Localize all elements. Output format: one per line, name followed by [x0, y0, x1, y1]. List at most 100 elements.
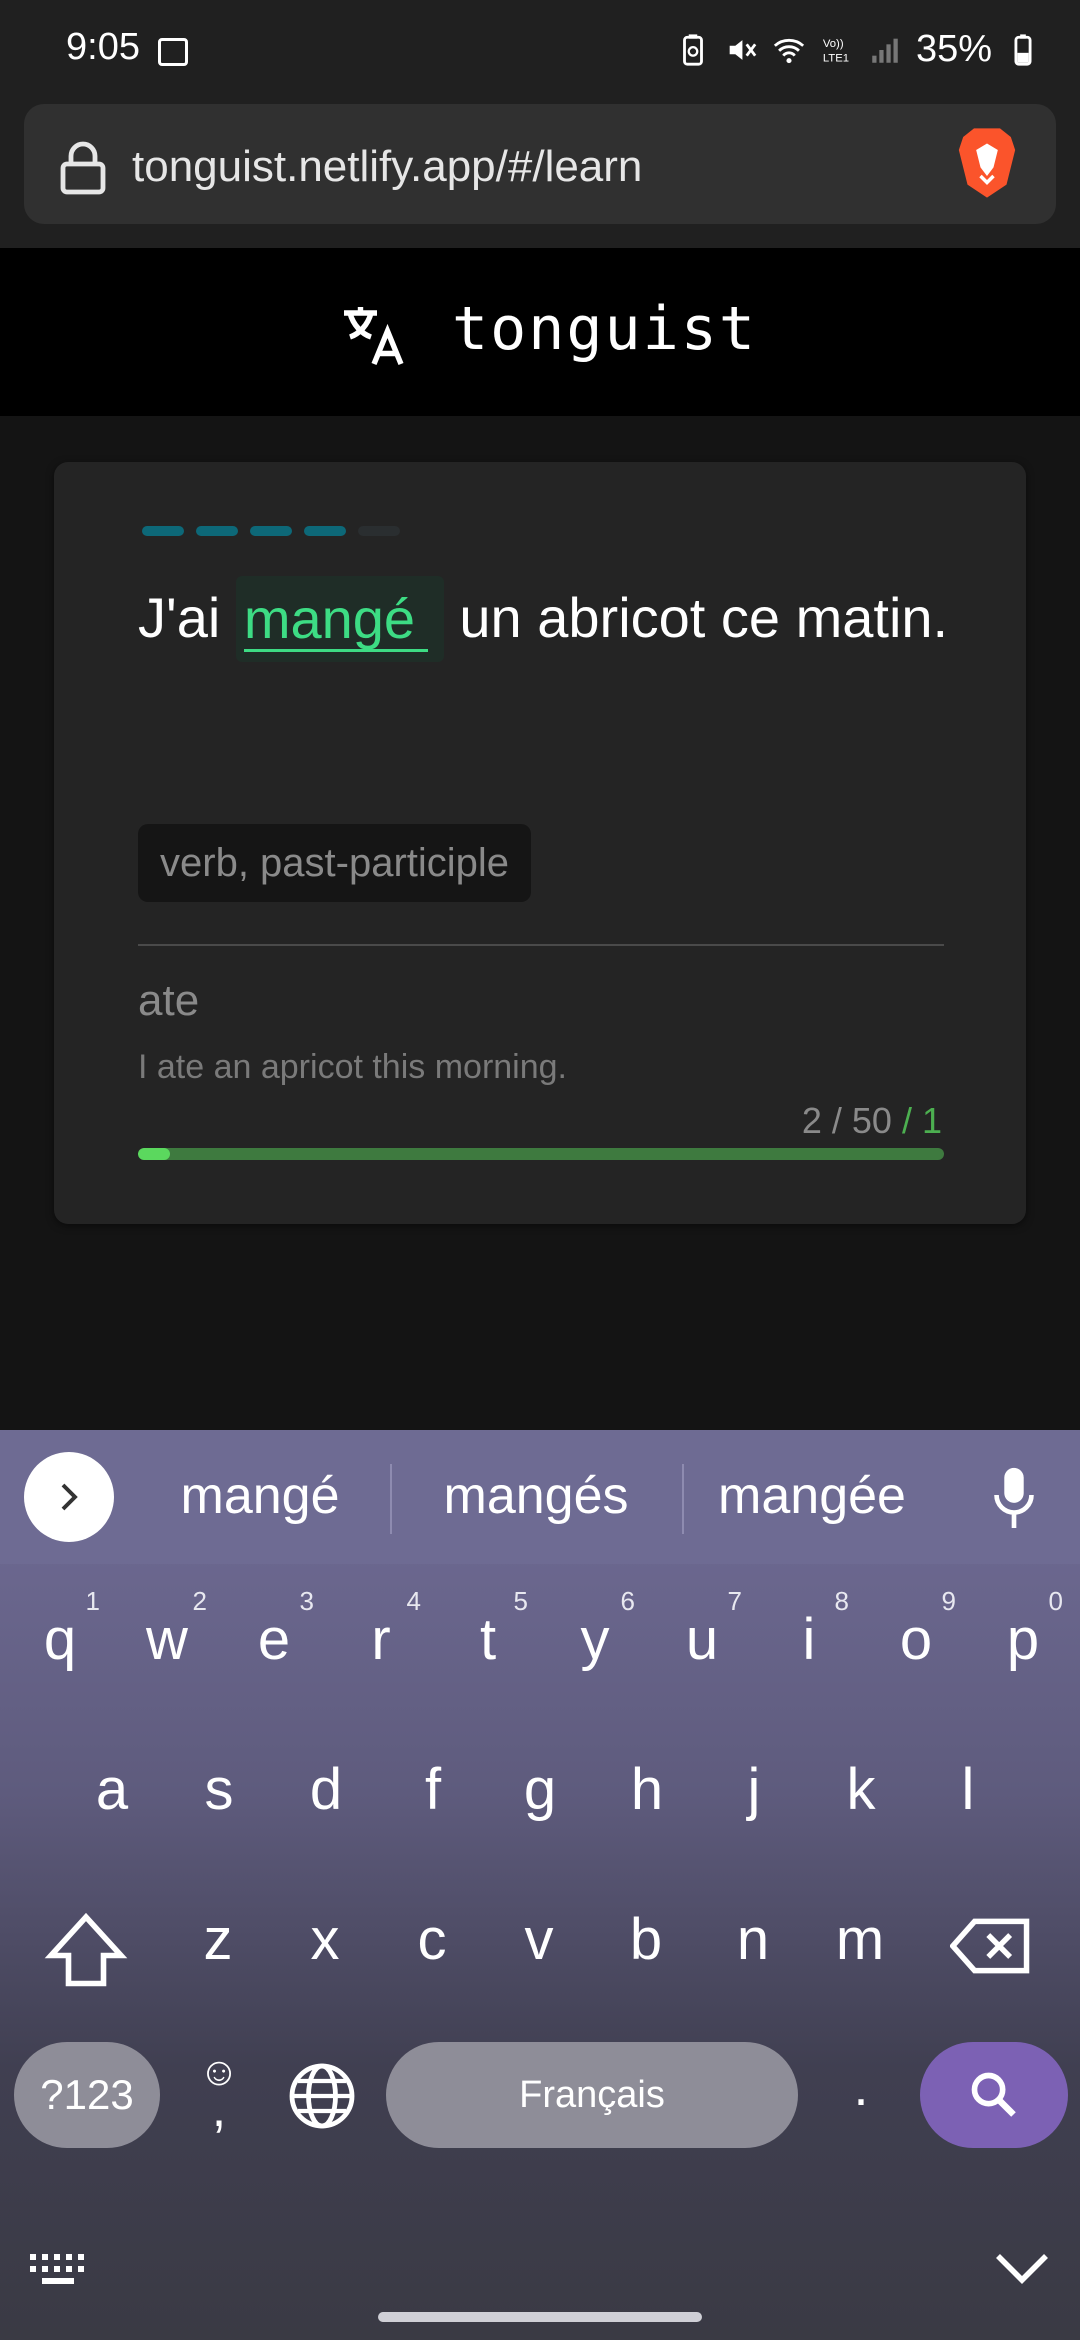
key-hint-number: 6 — [620, 1586, 635, 1616]
key-label: h — [630, 1757, 664, 1822]
key-label: b — [629, 1907, 663, 1972]
key-s[interactable]: s — [169, 1730, 269, 1870]
key-i[interactable]: i8 — [759, 1580, 859, 1720]
battery-icon — [1014, 33, 1032, 66]
key-j[interactable]: j — [704, 1730, 804, 1870]
suggestion-3[interactable]: mangée — [682, 1466, 942, 1526]
chevron-right-icon — [61, 1483, 78, 1511]
home-indicator — [378, 2312, 702, 2322]
progress-dash — [250, 526, 292, 536]
chevron-down-icon[interactable] — [994, 2248, 1050, 2288]
globe-icon[interactable] — [286, 2060, 358, 2132]
key-w[interactable]: w2 — [117, 1580, 217, 1720]
shift-key[interactable] — [44, 1910, 128, 1994]
progress-bar — [138, 1148, 944, 1160]
key-label: u — [685, 1607, 719, 1672]
progress-dash — [304, 526, 346, 536]
url-text[interactable]: tonguist.netlify.app/#/learn — [132, 142, 642, 192]
key-label: p — [1006, 1607, 1040, 1672]
key-hint-number: 0 — [1048, 1586, 1063, 1616]
toolbar-expand-button[interactable] — [24, 1452, 114, 1542]
counter-separator: / — [891, 1100, 922, 1141]
translate-icon — [344, 307, 404, 366]
key-u[interactable]: u7 — [652, 1580, 752, 1720]
counter-correct: 1 — [921, 1100, 942, 1141]
mute-icon — [729, 39, 757, 60]
answer-box[interactable] — [235, 576, 444, 662]
key-label: z — [203, 1907, 233, 1972]
key-hint-number: 4 — [406, 1586, 421, 1616]
sentence-before: J'ai — [138, 586, 221, 649]
key-label: n — [736, 1907, 770, 1972]
sentence-after: un abricot ce matin. — [459, 586, 949, 649]
key-o[interactable]: o9 — [866, 1580, 966, 1720]
signal-icon — [872, 38, 898, 63]
progress-dash — [142, 526, 184, 536]
key-b[interactable]: b — [596, 1880, 696, 2020]
learn-card: J'ai un abricot ce matin. verb, past-par… — [54, 462, 1026, 1224]
wifi-icon — [773, 38, 805, 63]
key-label: l — [961, 1757, 975, 1822]
emoji-comma-key[interactable]: ☺ , — [186, 2050, 252, 2146]
lock-icon[interactable] — [58, 140, 108, 196]
key-z[interactable]: z — [168, 1880, 268, 2020]
key-label: o — [899, 1607, 933, 1672]
key-f[interactable]: f — [383, 1730, 483, 1870]
key-v[interactable]: v — [489, 1880, 589, 2020]
key-label: w — [146, 1607, 188, 1672]
key-y[interactable]: y6 — [545, 1580, 645, 1720]
suggestion-2[interactable]: mangés — [406, 1466, 666, 1526]
suggestion-1[interactable]: mangé — [130, 1466, 390, 1526]
key-g[interactable]: g — [490, 1730, 590, 1870]
microphone-icon[interactable] — [994, 1464, 1034, 1530]
key-x[interactable]: x — [275, 1880, 375, 2020]
space-key[interactable]: Français — [386, 2042, 798, 2148]
svg-text:LTE1: LTE1 — [823, 52, 849, 64]
sentence: J'ai un abricot ce matin. — [138, 572, 958, 664]
app-title: tonguist — [452, 294, 757, 364]
key-m[interactable]: m — [810, 1880, 910, 2020]
key-t[interactable]: t5 — [438, 1580, 538, 1720]
key-e[interactable]: e3 — [224, 1580, 324, 1720]
key-n[interactable]: n — [703, 1880, 803, 2020]
key-q[interactable]: q1 — [10, 1580, 110, 1720]
period-key[interactable]: . — [826, 2042, 896, 2148]
key-h[interactable]: h — [597, 1730, 697, 1870]
battery-percent: 35% — [915, 28, 992, 70]
key-l[interactable]: l — [918, 1730, 1018, 1870]
key-hint-number: 1 — [85, 1586, 100, 1616]
progress-dash — [196, 526, 238, 536]
example-sentence: I ate an apricot this morning. — [138, 1048, 568, 1086]
keyboard-icon[interactable] — [28, 2250, 90, 2290]
volte-icon: Vo)) LTE1 — [823, 38, 849, 64]
comma-label: , — [211, 2080, 227, 2138]
key-hint-number: 7 — [727, 1586, 742, 1616]
divider — [138, 944, 944, 946]
progress-counter: 2 / 50 / 1 — [802, 1100, 942, 1142]
browser-toolbar: tonguist.netlify.app/#/learn — [0, 100, 1080, 248]
key-label: g — [523, 1757, 557, 1822]
symbols-key[interactable]: ?123 — [14, 2042, 160, 2148]
key-r[interactable]: r4 — [331, 1580, 431, 1720]
key-c[interactable]: c — [382, 1880, 482, 2020]
key-hint-number: 2 — [192, 1586, 207, 1616]
key-label: s — [204, 1757, 234, 1822]
key-label: x — [310, 1907, 340, 1972]
key-a[interactable]: a — [62, 1730, 162, 1870]
key-k[interactable]: k — [811, 1730, 911, 1870]
brave-lion-icon[interactable] — [954, 124, 1020, 202]
status-bar: 9:05 Vo)) LTE1 35% — [0, 0, 1080, 100]
part-of-speech-tag: verb, past-participle — [138, 824, 532, 902]
key-d[interactable]: d — [276, 1730, 376, 1870]
suggestion-separator — [390, 1464, 392, 1534]
progress-bar-fill — [138, 1148, 171, 1160]
address-bar[interactable]: tonguist.netlify.app/#/learn — [24, 104, 1056, 224]
soft-keyboard: mangé mangés mangée q1w2e3r4t5y6u7i8o9p0… — [0, 1430, 1080, 2340]
key-hint-number: 9 — [941, 1586, 956, 1616]
key-label: a — [95, 1757, 129, 1822]
session-progress-dashes — [142, 526, 400, 536]
search-key[interactable] — [920, 2042, 1068, 2148]
backspace-key[interactable] — [950, 1914, 1032, 1978]
answer-input[interactable] — [243, 589, 428, 652]
key-p[interactable]: p0 — [973, 1580, 1073, 1720]
